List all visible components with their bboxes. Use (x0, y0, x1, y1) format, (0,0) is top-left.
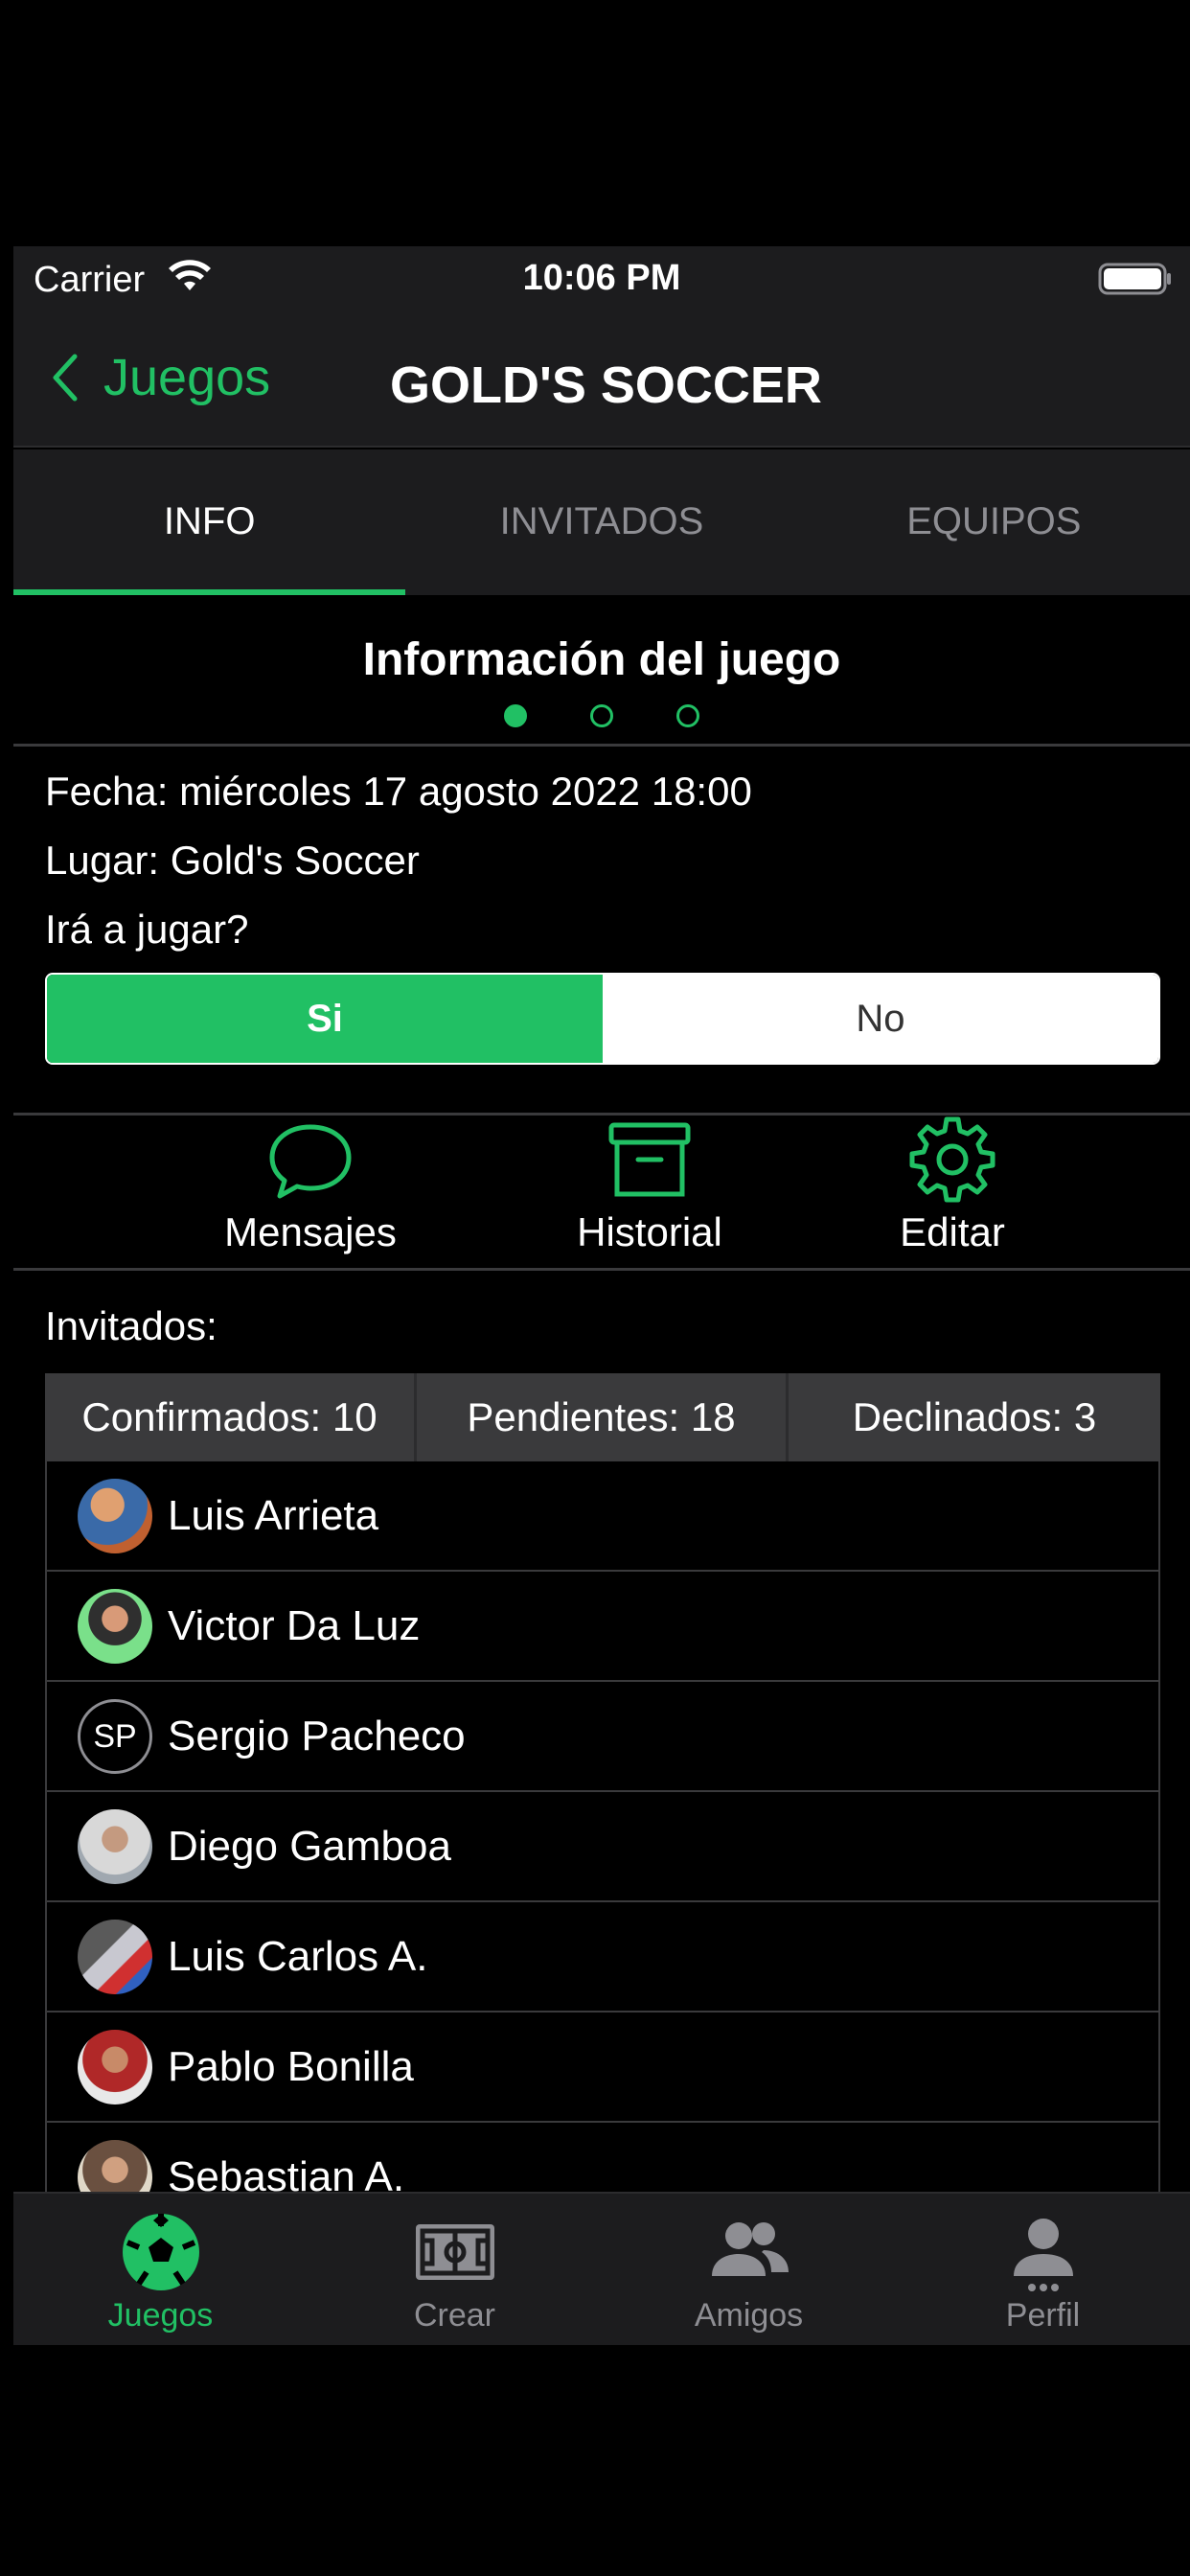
bottom-tab-bar: Juegos Crear Amigos Perfil (13, 2192, 1190, 2345)
attendance-yes-button[interactable]: Si (47, 975, 603, 1063)
back-button-label: Juegos (103, 349, 271, 406)
list-item[interactable]: Luis Arrieta (47, 1461, 1158, 1572)
invitados-heading: Invitados: (45, 1303, 217, 1348)
person-icon (1013, 2219, 1073, 2291)
gear-icon (909, 1116, 995, 1203)
people-icon (711, 2222, 789, 2276)
battery-icon (1098, 263, 1171, 295)
avatar (78, 1588, 152, 1664)
date-text: Fecha: miércoles 17 agosto 2022 18:00 (45, 769, 752, 814)
messages-label: Mensajes (224, 1209, 397, 1254)
tabbar-label: Amigos (694, 2297, 804, 2334)
archive-box-icon (608, 1122, 691, 1197)
status-bar: Carrier 10:06 PM (13, 246, 1190, 311)
tab-info[interactable]: INFO (13, 449, 406, 595)
section-title: Información del juego (362, 634, 841, 685)
tabbar-item-perfil[interactable]: Perfil (896, 2194, 1190, 2345)
avatar (78, 1919, 152, 1994)
back-button[interactable]: Juegos (48, 348, 270, 407)
action-row: Mensajes Historial Editar (13, 1114, 1190, 1267)
soccer-field-icon (415, 2224, 494, 2280)
tabbar-label: Juegos (107, 2297, 214, 2334)
list-item[interactable]: Luis Carlos A. (47, 1902, 1158, 2012)
edit-label: Editar (900, 1209, 1005, 1254)
person-name: Victor Da Luz (168, 1601, 421, 1649)
invite-status-counts: Confirmados: 10 Pendientes: 18 Declinado… (45, 1373, 1160, 1461)
history-button[interactable]: Historial (525, 1114, 774, 1255)
phone-screen: Carrier 10:06 PM Juegos GOLD'S SOCCER IN… (13, 246, 1190, 2345)
pending-count[interactable]: Pendientes: 18 (417, 1373, 789, 1461)
tabbar-label: Perfil (1005, 2297, 1081, 2334)
avatar-initials: SP (78, 1698, 152, 1774)
page-indicator[interactable] (13, 704, 1190, 727)
declined-count[interactable]: Declinados: 3 (789, 1373, 1160, 1461)
chevron-left-icon (53, 354, 78, 402)
page-dot-3[interactable] (676, 704, 699, 727)
avatar (78, 1808, 152, 1884)
attendance-segmented-control: Si No (45, 973, 1160, 1065)
person-name: Luis Arrieta (168, 1491, 379, 1539)
attendance-question: Irá a jugar? (45, 907, 249, 952)
page-title: GOLD'S SOCCER (390, 356, 822, 414)
chat-bubble-icon (269, 1124, 352, 1199)
tabbar-item-juegos[interactable]: Juegos (13, 2194, 308, 2345)
list-item[interactable]: SP Sergio Pacheco (47, 1682, 1158, 1792)
person-name: Luis Carlos A. (168, 1932, 428, 1980)
divider (13, 1268, 1190, 1271)
person-name: Pablo Bonilla (168, 2042, 414, 2090)
tabbar-label: Crear (413, 2297, 496, 2334)
divider (13, 744, 1190, 747)
tab-invitados[interactable]: INVITADOS (405, 449, 797, 595)
messages-button[interactable]: Mensajes (186, 1114, 435, 1255)
avatar (78, 2029, 152, 2104)
edit-button[interactable]: Editar (828, 1114, 1077, 1255)
list-item[interactable]: Victor Da Luz (47, 1572, 1158, 1682)
navigation-bar: Juegos GOLD'S SOCCER (13, 311, 1190, 448)
attendance-no-button[interactable]: No (603, 975, 1158, 1063)
list-item[interactable]: Diego Gamboa (47, 1792, 1158, 1902)
tabbar-item-amigos[interactable]: Amigos (602, 2194, 896, 2345)
tabbar-item-crear[interactable]: Crear (308, 2194, 602, 2345)
soccer-ball-icon (122, 2214, 199, 2290)
page-dot-1[interactable] (504, 704, 527, 727)
place-text: Lugar: Gold's Soccer (45, 838, 420, 883)
history-label: Historial (577, 1209, 722, 1254)
clock-label: 10:06 PM (522, 258, 681, 298)
avatar (78, 1478, 152, 1553)
person-name: Diego Gamboa (168, 1822, 451, 1870)
top-tabs: INFO INVITADOS EQUIPOS (13, 449, 1190, 595)
tab-equipos[interactable]: EQUIPOS (798, 449, 1190, 595)
person-name: Sergio Pacheco (168, 1712, 466, 1760)
list-item[interactable]: Sebastian A. (47, 2123, 1158, 2201)
invited-list[interactable]: Luis Arrieta Victor Da Luz SP Sergio Pac… (45, 1461, 1160, 2201)
confirmed-count[interactable]: Confirmados: 10 (45, 1373, 417, 1461)
page-dot-2[interactable] (590, 704, 613, 727)
list-item[interactable]: Pablo Bonilla (47, 2012, 1158, 2123)
